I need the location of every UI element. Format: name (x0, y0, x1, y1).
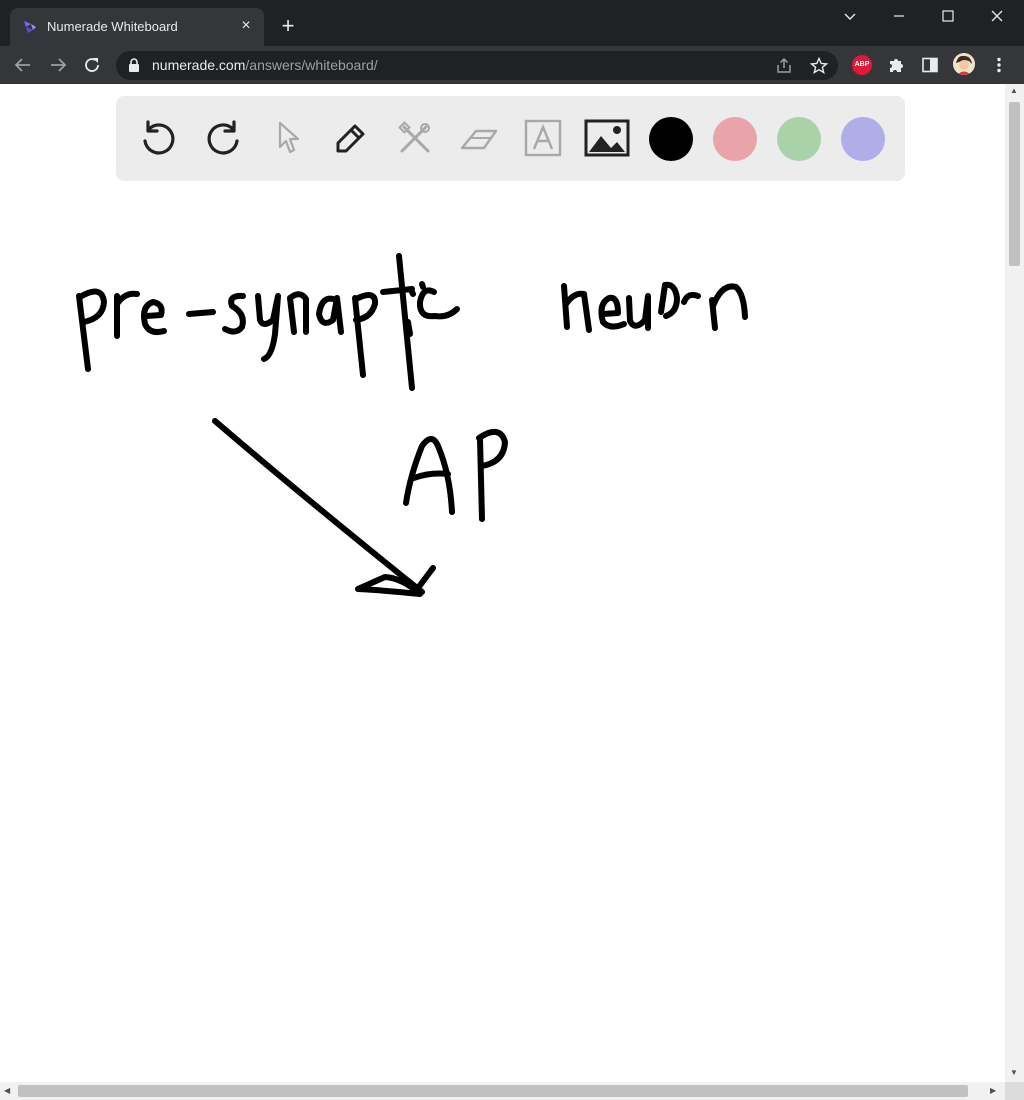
redo-button[interactable] (199, 114, 247, 162)
scroll-right-icon[interactable]: ▶ (990, 1086, 996, 1095)
scrollbar-corner (1005, 1082, 1024, 1100)
more-options-icon[interactable] (989, 55, 1009, 75)
url-path: /answers/whiteboard/ (245, 57, 378, 73)
handwriting-neuron (561, 281, 748, 333)
extensions-puzzle-icon[interactable] (886, 55, 906, 75)
horizontal-scrollbar[interactable]: ◀ ▶ (0, 1082, 1005, 1100)
select-pointer-icon (278, 121, 300, 154)
share-icon[interactable] (774, 56, 794, 76)
tab-numerade-whiteboard[interactable]: Numerade Whiteboard × (10, 8, 264, 46)
url-host: numerade.com (152, 57, 246, 73)
tab-search-icon[interactable] (838, 6, 862, 26)
whiteboard-canvas[interactable] (0, 84, 1005, 1082)
bookmark-star-icon[interactable] (809, 56, 829, 76)
pen-tool-button[interactable] (327, 114, 375, 162)
numerade-logo-icon (24, 21, 36, 33)
side-panel-icon[interactable] (920, 55, 940, 75)
back-icon[interactable] (11, 53, 35, 77)
forward-icon[interactable] (46, 53, 70, 77)
handwritten-arrow (212, 418, 436, 597)
color-swatch-black[interactable] (649, 117, 693, 161)
whiteboard-page (0, 84, 1005, 1082)
text-tool-button[interactable] (519, 114, 567, 162)
tab-title: Numerade Whiteboard (47, 19, 178, 34)
image-tool-button[interactable] (583, 114, 631, 162)
lock-icon[interactable] (128, 58, 140, 72)
handwriting-pre-synaptic (76, 253, 460, 391)
horizontal-scroll-thumb[interactable] (18, 1085, 968, 1097)
scroll-up-icon[interactable]: ▲ (1010, 86, 1018, 95)
scroll-left-icon[interactable]: ◀ (4, 1086, 10, 1095)
close-window-icon[interactable] (985, 6, 1009, 26)
text-icon (524, 119, 562, 157)
new-tab-button[interactable]: + (276, 15, 300, 39)
avatar-icon (953, 53, 975, 75)
tools-icon (398, 121, 430, 153)
undo-icon (143, 120, 175, 155)
color-swatch-purple[interactable] (841, 117, 885, 161)
reload-icon[interactable] (80, 53, 104, 77)
scroll-down-icon[interactable]: ▼ (1010, 1068, 1018, 1077)
pen-icon (336, 124, 365, 153)
whiteboard-toolbar (116, 96, 905, 181)
color-swatch-green[interactable] (777, 117, 821, 161)
adblock-plus-icon[interactable]: ABP (852, 55, 872, 75)
address-bar[interactable]: numerade.com/answers/whiteboard/ (116, 51, 838, 80)
handwriting-ap (403, 429, 508, 522)
undo-button[interactable] (135, 114, 183, 162)
vertical-scrollbar[interactable]: ▲ ▼ (1005, 84, 1024, 1082)
minimize-icon[interactable] (887, 6, 911, 26)
select-tool-button[interactable] (263, 114, 311, 162)
profile-avatar[interactable] (953, 53, 975, 75)
color-swatch-pink[interactable] (713, 117, 757, 161)
tab-strip: Numerade Whiteboard × + (0, 0, 1024, 46)
tab-close-icon[interactable]: × (236, 16, 256, 36)
image-icon (584, 119, 630, 157)
eraser-icon (460, 129, 498, 150)
browser-toolbar: numerade.com/answers/whiteboard/ ABP (0, 46, 1024, 84)
eraser-button[interactable] (455, 114, 503, 162)
redo-icon (207, 120, 239, 155)
url-text[interactable]: numerade.com/answers/whiteboard/ (152, 57, 378, 73)
tools-button[interactable] (391, 114, 439, 162)
maximize-icon[interactable] (936, 6, 960, 26)
vertical-scroll-thumb[interactable] (1009, 102, 1020, 266)
